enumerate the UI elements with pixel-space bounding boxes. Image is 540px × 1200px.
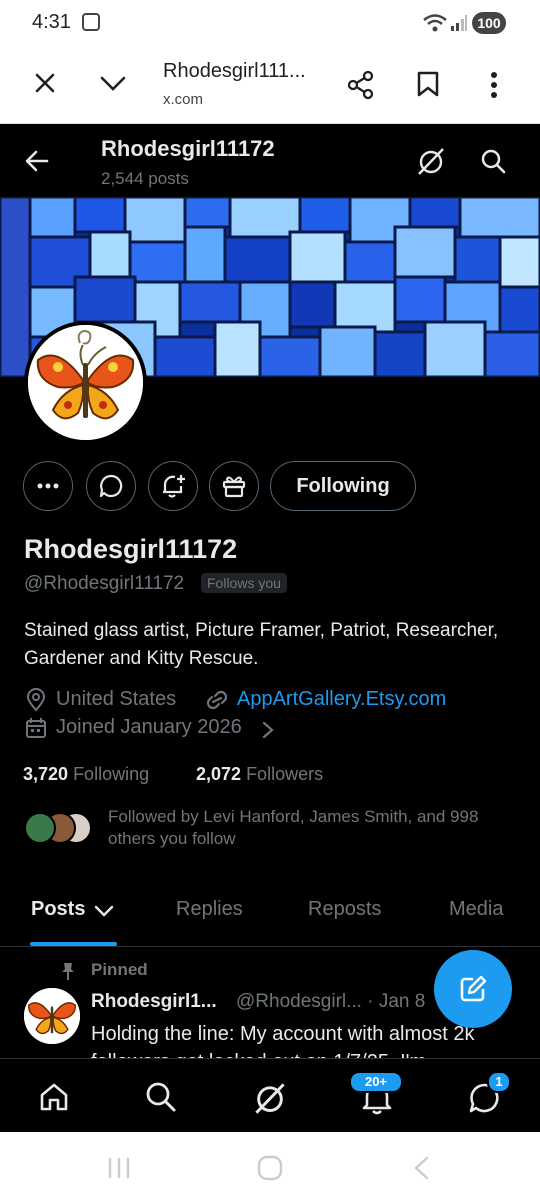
chevron-down-icon[interactable]: [100, 76, 126, 92]
search-icon[interactable]: [145, 1081, 177, 1113]
header-name: Rhodesgirl11172: [101, 136, 275, 161]
grok-icon[interactable]: [253, 1081, 287, 1115]
header-post-count: 2,544 posts: [101, 169, 189, 188]
followers-label: Followers: [246, 764, 324, 784]
gift-icon: [222, 476, 246, 498]
profile-website-link[interactable]: AppArtGallery.Etsy.com: [237, 688, 446, 711]
more-options-button[interactable]: [23, 461, 73, 511]
battery-badge: 100: [472, 12, 506, 34]
following-count-link[interactable]: 3,720 Following: [23, 764, 149, 785]
recents-icon[interactable]: [106, 1156, 132, 1180]
x-profile-page: Rhodesgirl11172 2,544 posts Following Rh…: [0, 124, 540, 1132]
profile-handle: @Rhodesgirl11172: [24, 573, 185, 594]
home-icon[interactable]: [38, 1081, 70, 1113]
butterfly-avatar-image: [24, 988, 80, 1044]
system-navigation-bar: [0, 1132, 540, 1200]
tab-reposts[interactable]: Reposts: [308, 898, 381, 921]
profile-joined-date: Joined January 2026: [56, 716, 242, 738]
pinned-label: Pinned: [91, 960, 148, 979]
followers-count: 2,072: [196, 764, 242, 784]
close-icon[interactable]: [34, 72, 56, 94]
location-pin-icon: [26, 688, 46, 712]
link-icon: [206, 690, 228, 710]
bell-plus-icon: [163, 475, 185, 498]
following-label: Following: [73, 764, 150, 784]
post-handle-date: @Rhodesgirl... · Jan 8: [236, 991, 426, 1012]
profile-bio: Stained glass artist, Picture Framer, Pa…: [24, 620, 499, 669]
gift-button[interactable]: [209, 461, 259, 511]
tab-divider: [0, 946, 540, 947]
compose-icon: [460, 975, 487, 1002]
signal-icon: [451, 15, 467, 31]
compose-post-button[interactable]: [434, 950, 512, 1028]
bottom-navigation: 20+ 1: [0, 1058, 540, 1132]
wifi-icon: [423, 14, 447, 32]
more-horizontal-icon: [37, 483, 59, 489]
more-vertical-icon[interactable]: [489, 70, 499, 100]
tab-posts[interactable]: Posts: [31, 898, 85, 921]
grok-icon[interactable]: [416, 146, 446, 176]
profile-avatar[interactable]: [24, 321, 147, 444]
bookmark-icon[interactable]: [416, 70, 440, 98]
tab-media[interactable]: Media: [449, 898, 503, 921]
browser-page-title: Rhodesgirl111...: [163, 60, 306, 82]
chevron-down-icon[interactable]: [94, 905, 114, 917]
calendar-icon: [26, 718, 46, 738]
back-arrow-icon[interactable]: [25, 150, 49, 172]
chevron-right-icon[interactable]: [262, 721, 274, 739]
followed-by-avatars[interactable]: [24, 810, 94, 846]
share-icon[interactable]: [346, 70, 376, 100]
followed-by-text[interactable]: Followed by Levi Hanford, James Smith, a…: [108, 806, 524, 850]
back-icon[interactable]: [412, 1156, 430, 1180]
following-button[interactable]: Following: [270, 461, 416, 511]
chat-bubble-icon: [99, 474, 123, 498]
tab-replies[interactable]: Replies: [176, 898, 243, 921]
status-time: 4:31: [32, 11, 71, 33]
follows-you-badge: Follows you: [201, 573, 287, 593]
avatar: [24, 812, 56, 844]
status-bar: 4:31 100: [0, 0, 540, 46]
display-name: Rhodesgirl11172: [24, 534, 238, 564]
screenshot-indicator-icon: [82, 13, 100, 31]
followers-count-link[interactable]: 2,072 Followers: [196, 764, 323, 785]
browser-url[interactable]: x.com: [163, 91, 203, 108]
search-icon[interactable]: [480, 148, 506, 174]
browser-toolbar: Rhodesgirl111... x.com: [0, 46, 540, 124]
following-count: 3,720: [23, 764, 69, 784]
post-author-avatar[interactable]: [24, 988, 80, 1044]
pin-icon: [62, 963, 74, 980]
messages-badge: 1: [487, 1071, 511, 1093]
notifications-badge: 20+: [349, 1071, 403, 1093]
notifications-subscribe-button[interactable]: [148, 461, 198, 511]
post-author-name[interactable]: Rhodesgirl1...: [91, 991, 217, 1013]
message-button[interactable]: [86, 461, 136, 511]
butterfly-avatar-image: [28, 325, 143, 440]
profile-location: United States: [56, 688, 177, 710]
home-button-icon[interactable]: [256, 1154, 284, 1182]
